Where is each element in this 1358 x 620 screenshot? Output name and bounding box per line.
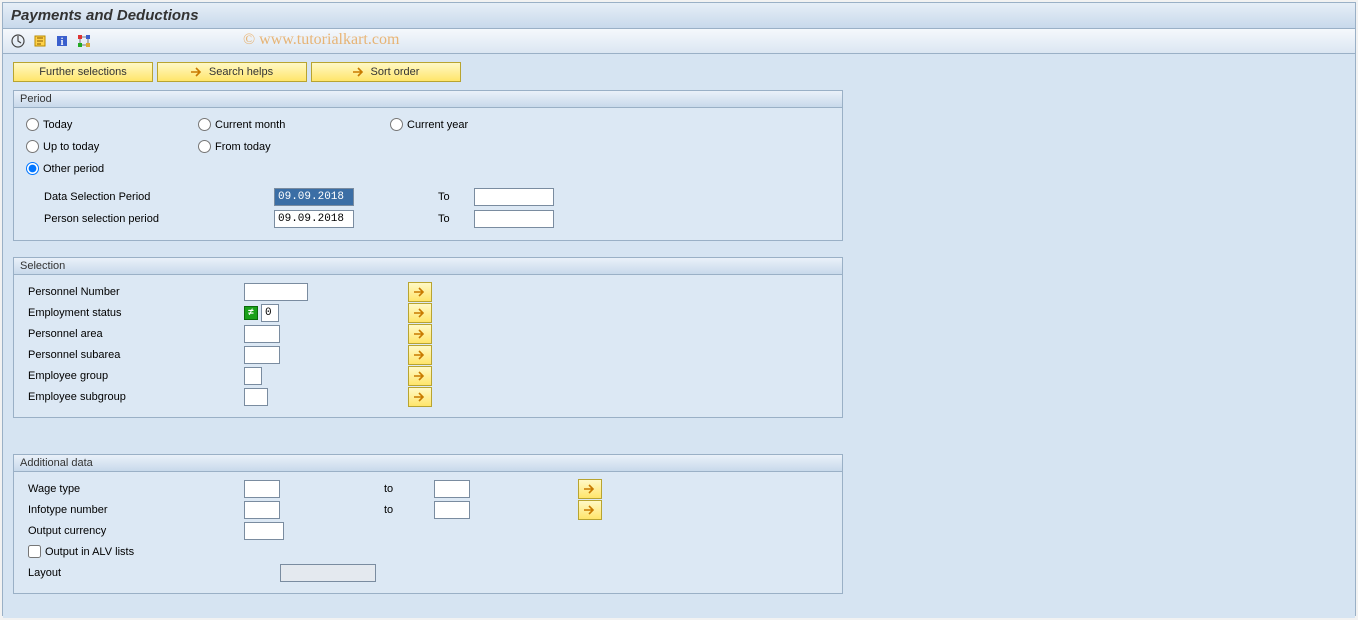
infotype-number-label: Infotype number <box>24 504 244 516</box>
execute-icon[interactable] <box>9 32 27 50</box>
layout-input[interactable] <box>280 564 376 582</box>
employee-subgroup-multi-button[interactable] <box>408 387 432 407</box>
employment-status-multi-button[interactable] <box>408 303 432 323</box>
radio-current-year[interactable]: Current year <box>390 118 468 131</box>
sort-order-label: Sort order <box>371 66 420 78</box>
variant-icon[interactable] <box>31 32 49 50</box>
radio-up-to-today[interactable]: Up to today <box>26 140 99 153</box>
arrow-right-icon <box>353 67 365 77</box>
svg-text:i: i <box>61 37 64 48</box>
page-title: Payments and Deductions <box>3 3 1355 29</box>
wage-type-label: Wage type <box>24 483 244 495</box>
person-selection-to-input[interactable] <box>474 210 554 228</box>
output-currency-label: Output currency <box>24 525 244 537</box>
person-selection-from-input[interactable] <box>274 210 354 228</box>
search-helps-label: Search helps <box>209 66 273 78</box>
personnel-number-label: Personnel Number <box>24 286 244 298</box>
app-toolbar: i © www.tutorialkart.com <box>3 29 1355 54</box>
additional-data-legend: Additional data <box>14 455 842 472</box>
selection-group: Selection Personnel Number Employment st… <box>13 257 843 418</box>
radio-current-year-label: Current year <box>407 119 468 131</box>
personnel-area-label: Personnel area <box>24 328 244 340</box>
wage-type-multi-button[interactable] <box>578 479 602 499</box>
data-selection-to-label: To <box>434 191 474 203</box>
wage-type-from-input[interactable] <box>244 480 280 498</box>
employee-group-input[interactable] <box>244 367 262 385</box>
arrow-right-icon <box>191 67 203 77</box>
radio-other-period[interactable]: Other period <box>26 162 104 175</box>
personnel-subarea-multi-button[interactable] <box>408 345 432 365</box>
selection-buttons: Further selections Search helps Sort ord… <box>13 62 1345 82</box>
content-area: Further selections Search helps Sort ord… <box>3 54 1355 618</box>
further-selections-button[interactable]: Further selections <box>13 62 153 82</box>
data-selection-period-label: Data Selection Period <box>24 191 274 203</box>
data-selection-from-input[interactable] <box>274 188 354 206</box>
employment-status-input[interactable] <box>261 304 279 322</box>
info-icon[interactable]: i <box>53 32 71 50</box>
radio-from-today-label: From today <box>215 141 271 153</box>
radio-current-month[interactable]: Current month <box>198 118 285 131</box>
employee-group-label: Employee group <box>24 370 244 382</box>
employment-status-label: Employment status <box>24 307 244 319</box>
personnel-number-input[interactable] <box>244 283 308 301</box>
employee-group-multi-button[interactable] <box>408 366 432 386</box>
personnel-number-multi-button[interactable] <box>408 282 432 302</box>
wage-type-to-label: to <box>384 483 434 495</box>
employee-subgroup-input[interactable] <box>244 388 268 406</box>
infotype-number-multi-button[interactable] <box>578 500 602 520</box>
data-selection-to-input[interactable] <box>474 188 554 206</box>
radio-up-to-today-label: Up to today <box>43 141 99 153</box>
period-legend: Period <box>14 91 842 108</box>
person-selection-period-label: Person selection period <box>24 213 274 225</box>
search-helps-button[interactable]: Search helps <box>157 62 307 82</box>
radio-from-today[interactable]: From today <box>198 140 271 153</box>
personnel-subarea-label: Personnel subarea <box>24 349 244 361</box>
personnel-area-input[interactable] <box>244 325 280 343</box>
output-currency-input[interactable] <box>244 522 284 540</box>
radio-today[interactable]: Today <box>26 118 72 131</box>
wage-type-to-input[interactable] <box>434 480 470 498</box>
infotype-number-to-input[interactable] <box>434 501 470 519</box>
infotype-number-to-label: to <box>384 504 434 516</box>
further-selections-label: Further selections <box>39 66 126 78</box>
radio-today-label: Today <box>43 119 72 131</box>
sort-order-button[interactable]: Sort order <box>311 62 461 82</box>
radio-other-period-label: Other period <box>43 163 104 175</box>
output-alv-checkbox[interactable]: Output in ALV lists <box>24 545 134 558</box>
output-alv-label: Output in ALV lists <box>45 546 134 558</box>
person-selection-to-label: To <box>434 213 474 225</box>
personnel-area-multi-button[interactable] <box>408 324 432 344</box>
period-group: Period Today Current month <box>13 90 843 241</box>
not-equal-icon[interactable]: ≠ <box>244 306 258 320</box>
layout-label: Layout <box>24 567 280 579</box>
additional-data-group: Additional data Wage type to Infotype nu… <box>13 454 843 594</box>
selection-legend: Selection <box>14 258 842 275</box>
watermark: © www.tutorialkart.com <box>243 31 399 49</box>
personnel-subarea-input[interactable] <box>244 346 280 364</box>
employee-subgroup-label: Employee subgroup <box>24 391 244 403</box>
infotype-number-from-input[interactable] <box>244 501 280 519</box>
radio-current-month-label: Current month <box>215 119 285 131</box>
org-structure-icon[interactable] <box>75 32 93 50</box>
